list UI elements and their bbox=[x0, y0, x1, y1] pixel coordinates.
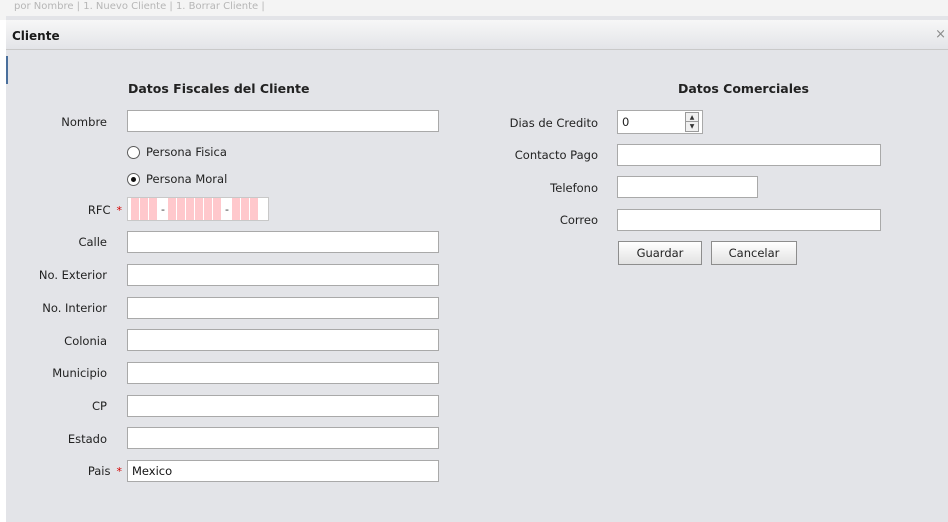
rfc-char-slot[interactable] bbox=[167, 198, 176, 220]
correo-label: Correo bbox=[559, 213, 598, 227]
rfc-char-slot[interactable] bbox=[249, 198, 258, 220]
rfc-separator: - bbox=[161, 202, 165, 216]
rfc-label-row: RFC * bbox=[6, 203, 122, 217]
pais-required-icon: * bbox=[116, 465, 123, 478]
rfc-char-slot[interactable] bbox=[212, 198, 221, 220]
nombre-input[interactable] bbox=[127, 110, 439, 132]
rfc-char-slot[interactable] bbox=[203, 198, 212, 220]
rfc-separator: - bbox=[224, 202, 229, 216]
rfc-char-slot[interactable] bbox=[176, 198, 185, 220]
nombre-label: Nombre bbox=[61, 115, 107, 129]
cliente-dialog: Cliente × Datos Fiscales del Cliente Nom… bbox=[6, 16, 948, 522]
no-interior-input[interactable] bbox=[127, 297, 439, 319]
dias-credito-value[interactable]: 0 bbox=[622, 115, 629, 129]
cp-label: CP bbox=[92, 399, 107, 413]
cancelar-button[interactable]: Cancelar bbox=[711, 241, 797, 265]
spinner-down-icon[interactable]: ▼ bbox=[686, 122, 698, 131]
pais-label-row: Pais * bbox=[6, 464, 122, 478]
persona-fisica-option[interactable]: Persona Fisica bbox=[127, 145, 227, 159]
rfc-required-icon: * bbox=[116, 204, 123, 217]
colonia-input[interactable] bbox=[127, 329, 439, 351]
persona-moral-radio[interactable] bbox=[127, 172, 140, 186]
persona-fisica-radio[interactable] bbox=[127, 145, 140, 159]
dias-credito-label: Dias de Credito bbox=[509, 116, 598, 130]
no-interior-label: No. Interior bbox=[42, 301, 107, 315]
cp-input[interactable] bbox=[127, 395, 439, 417]
persona-moral-option[interactable]: Persona Moral bbox=[127, 172, 227, 186]
comercial-section-heading: Datos Comerciales bbox=[678, 81, 809, 96]
close-icon[interactable]: × bbox=[935, 27, 946, 42]
rfc-char-slot[interactable] bbox=[231, 198, 240, 220]
calle-input[interactable] bbox=[127, 231, 439, 253]
dialog-titlebar: Cliente × bbox=[6, 20, 948, 50]
dialog-title: Cliente bbox=[12, 29, 60, 43]
rfc-char-slot[interactable] bbox=[240, 198, 249, 220]
rfc-char-slot[interactable] bbox=[140, 198, 148, 220]
persona-fisica-label: Persona Fisica bbox=[146, 145, 227, 159]
rfc-char-slot[interactable] bbox=[194, 198, 203, 220]
estado-input[interactable] bbox=[127, 427, 439, 449]
persona-moral-label: Persona Moral bbox=[146, 172, 228, 186]
pais-input[interactable] bbox=[127, 460, 439, 482]
correo-input[interactable] bbox=[617, 209, 881, 231]
telefono-label: Telefono bbox=[550, 181, 598, 195]
estado-label: Estado bbox=[67, 432, 107, 446]
colonia-label: Colonia bbox=[64, 334, 107, 348]
no-exterior-input[interactable] bbox=[127, 264, 439, 286]
pais-label: Pais bbox=[87, 464, 111, 478]
calle-label: Calle bbox=[78, 235, 107, 249]
dialog-edge-accent bbox=[6, 56, 8, 84]
rfc-char-slot[interactable] bbox=[131, 198, 139, 220]
rfc-char-slot[interactable] bbox=[149, 198, 157, 220]
rfc-char-slot[interactable] bbox=[185, 198, 194, 220]
rfc-masked-input[interactable]: - - bbox=[127, 197, 269, 221]
contacto-pago-label: Contacto Pago bbox=[514, 148, 598, 162]
guardar-button[interactable]: Guardar bbox=[618, 241, 702, 265]
spinner-up-icon[interactable]: ▲ bbox=[686, 113, 698, 122]
telefono-input[interactable] bbox=[617, 176, 758, 198]
no-exterior-label: No. Exterior bbox=[38, 268, 107, 282]
dias-credito-spinner[interactable]: 0 ▲ ▼ bbox=[617, 110, 703, 134]
rfc-label: RFC bbox=[87, 203, 111, 217]
spinner-buttons: ▲ ▼ bbox=[685, 112, 699, 132]
municipio-label: Municipio bbox=[52, 366, 107, 380]
fiscal-section-heading: Datos Fiscales del Cliente bbox=[128, 81, 310, 96]
contacto-pago-input[interactable] bbox=[617, 144, 881, 166]
municipio-input[interactable] bbox=[127, 362, 439, 384]
